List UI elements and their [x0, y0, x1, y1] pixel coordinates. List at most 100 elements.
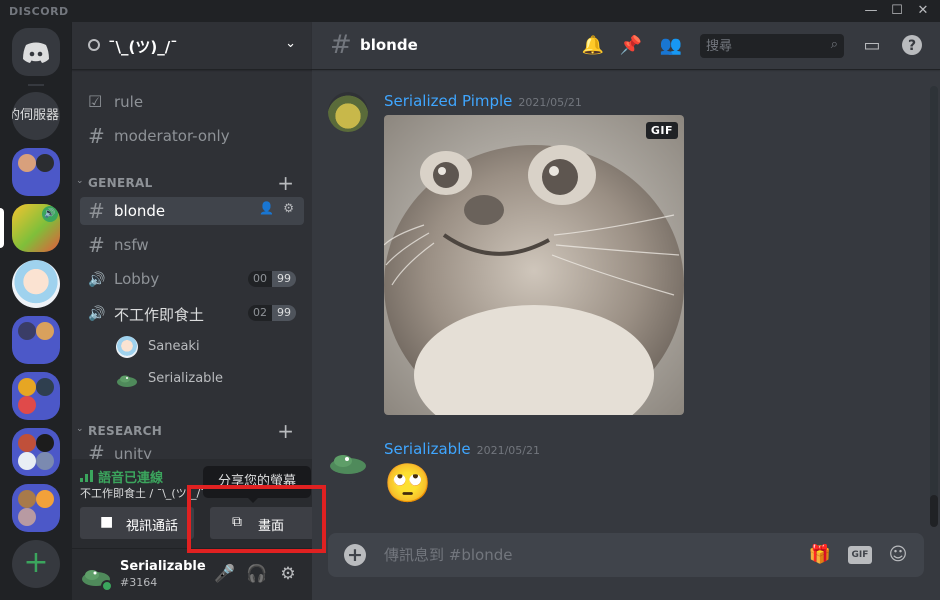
channel-blonde[interactable]: # blonde 👤 ⚙ [80, 197, 304, 225]
server-folder-2[interactable] [12, 316, 60, 364]
annotation-highlight-box [187, 485, 326, 553]
message-author[interactable]: Serialized Pimple 2021/05/21 [384, 92, 582, 110]
channel-rule[interactable]: ☑ rule [80, 88, 304, 116]
user-count: 02 [248, 305, 272, 321]
server-mini-avatar [36, 490, 54, 508]
channel-moderator-only[interactable]: # moderator-only [80, 122, 304, 150]
video-button[interactable]: ■ 視訊通話 [80, 507, 194, 539]
user-panel: Serializable #3164 🎤 🎧 ⚙ [72, 549, 312, 600]
category-label: GENERAL [88, 176, 153, 190]
chat-area: # blonde 🔔 📌 👥 ⌕ ▭ ? Serialized Pimple 20… [312, 22, 940, 600]
speaker-icon: 🔊 [42, 206, 58, 222]
server-text: 的伺服器 [12, 108, 59, 123]
online-status-icon [101, 580, 113, 592]
gift-icon[interactable]: 🎁 [808, 543, 832, 567]
gear-icon[interactable]: ⚙ [283, 201, 294, 215]
server-mini-avatar [36, 378, 54, 396]
video-button-label: 視訊通話 [126, 519, 179, 534]
cat-photo [384, 115, 684, 415]
channel-label: blonde [114, 202, 166, 220]
channel-unity[interactable]: # unity [80, 443, 304, 459]
server-active[interactable]: 🔊 [12, 204, 60, 252]
speaker-icon: 🔊 [88, 306, 106, 322]
channel-voice-active[interactable]: 🔊 不工作即食土 02 99 [80, 299, 304, 327]
channel-label: nsfw [114, 236, 149, 254]
server-text-icon[interactable]: 的伺服器 [12, 92, 60, 140]
server-mini-avatar [36, 322, 54, 340]
message-composer: + 🎁 GIF ☺ [328, 533, 924, 577]
pin-icon[interactable]: 📌 [619, 34, 643, 58]
voice-status-label: 語音已連線 [98, 471, 164, 486]
voice-user-name: Serializable [148, 371, 224, 386]
upload-plus-icon[interactable]: + [344, 544, 366, 566]
server-mini-avatar [36, 434, 54, 452]
members-icon[interactable]: 👥 [659, 34, 683, 58]
signal-icon [80, 470, 93, 482]
avatar[interactable] [328, 440, 368, 480]
server-folder-4[interactable] [12, 428, 60, 476]
server-mini-avatar [18, 508, 36, 526]
invite-icon[interactable]: 👤 [259, 201, 274, 215]
bell-icon[interactable]: 🔔 [581, 34, 605, 58]
message-timestamp: 2021/05/21 [476, 444, 541, 457]
message-author[interactable]: Serializable 2021/05/21 [384, 440, 540, 458]
category-general[interactable]: ⌄ GENERAL + [76, 171, 306, 195]
cat-gif-image[interactable]: GIF [384, 115, 684, 415]
discord-logo-icon [23, 42, 49, 63]
server-mini-avatar [18, 490, 36, 508]
chevron-down-icon: ⌄ [76, 176, 84, 186]
headphones-icon[interactable]: 🎧 [246, 563, 268, 585]
emoji-picker-icon[interactable]: ☺ [886, 543, 910, 567]
search-box[interactable]: ⌕ [700, 34, 844, 58]
channel-label: 不工作即食土 [114, 306, 205, 324]
server-mini-avatar [18, 452, 36, 470]
add-channel-icon[interactable]: + [277, 171, 294, 195]
voice-status[interactable]: 語音已連線 [80, 467, 163, 486]
server-folder-3[interactable] [12, 372, 60, 420]
voice-user-saneaki[interactable]: Saneaki [116, 333, 296, 361]
app-brand: DISCORD [9, 5, 69, 18]
title-bar: DISCORD — ☐ ✕ [0, 0, 940, 22]
server-anime[interactable] [12, 260, 60, 308]
settings-gear-icon[interactable]: ⚙ [277, 563, 299, 585]
server-folder-5[interactable] [12, 484, 60, 532]
server-mini-avatar [36, 452, 54, 470]
inbox-icon[interactable]: ▭ [860, 34, 884, 58]
search-input[interactable] [706, 37, 816, 55]
server-mini-avatar [18, 154, 36, 172]
server-mini-avatar [18, 396, 36, 414]
scrollbar-thumb[interactable] [930, 495, 938, 527]
user-limit-badge: 02 99 [248, 305, 296, 321]
channel-lobby[interactable]: 🔊 Lobby 00 99 [80, 265, 304, 293]
channel-label: Lobby [114, 270, 160, 288]
help-icon[interactable]: ? [900, 34, 924, 58]
channel-nsfw[interactable]: # nsfw [80, 231, 304, 259]
add-channel-icon[interactable]: + [277, 419, 294, 443]
microphone-icon[interactable]: 🎤 [214, 563, 236, 585]
chevron-down-icon: ⌄ [76, 424, 84, 434]
voice-user-serializable[interactable]: Serializable [116, 365, 296, 393]
avatar [116, 336, 138, 358]
avatar[interactable] [328, 92, 368, 132]
channel-label: moderator-only [114, 127, 230, 145]
gif-badge: GIF [645, 122, 678, 139]
voice-user-name: Saneaki [148, 339, 200, 354]
message-input[interactable] [384, 545, 784, 565]
hash-icon: # [330, 30, 352, 60]
close-button[interactable]: ✕ [914, 2, 932, 20]
user-limit-badge: 00 99 [248, 271, 296, 287]
add-server-button[interactable]: + [12, 540, 60, 588]
gif-picker-button[interactable]: GIF [848, 546, 872, 564]
chevron-down-icon[interactable]: ⌄ [285, 36, 296, 51]
user-tag: #3164 [120, 576, 158, 589]
user-limit: 99 [272, 271, 296, 287]
minimize-button[interactable]: — [862, 2, 880, 20]
category-label: RESEARCH [88, 424, 163, 438]
maximize-button[interactable]: ☐ [888, 2, 906, 20]
guild-header[interactable]: ¯\_(ツ)_/¯ ⌄ [72, 22, 312, 70]
server-folder-1[interactable] [12, 148, 60, 196]
home-button[interactable] [12, 28, 60, 76]
scrollbar-track[interactable] [930, 86, 938, 526]
category-research[interactable]: ⌄ RESEARCH + [76, 419, 306, 443]
rules-icon: ☑ [88, 92, 103, 111]
